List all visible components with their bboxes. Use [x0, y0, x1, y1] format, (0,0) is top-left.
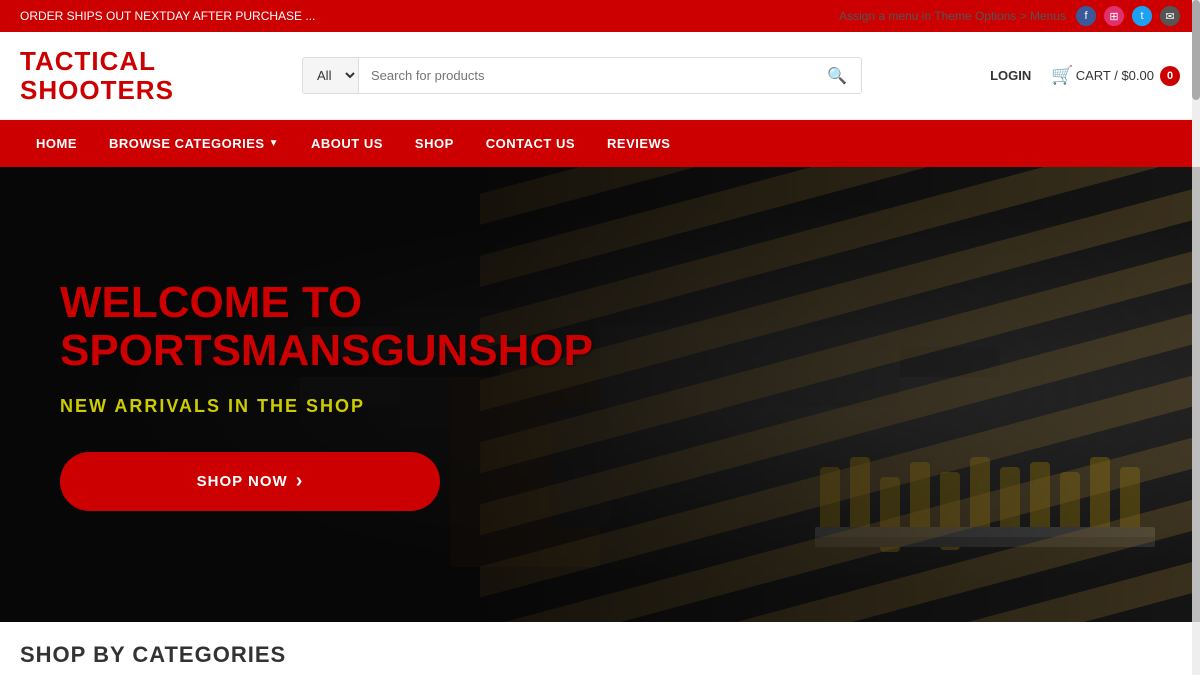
scrollbar-thumb[interactable]	[1192, 0, 1200, 100]
login-link[interactable]: LOGIN	[990, 68, 1031, 83]
nav-browse-categories-label: BROWSE CATEGORIES	[109, 136, 265, 151]
search-input[interactable]	[359, 58, 813, 93]
nav-home[interactable]: HOME	[20, 120, 93, 167]
hero-section: WELCOME TO SPORTSMANSGUNSHOP NEW ARRIVAL…	[0, 167, 1200, 622]
hero-title-line1: WELCOME TO	[60, 278, 362, 327]
hero-subtitle: NEW ARRIVALS IN THE SHOP	[60, 396, 593, 417]
announcement-bar: ORDER SHIPS OUT NEXTDAY AFTER PURCHASE .…	[0, 0, 1200, 32]
categories-title: SHOP BY CATEGORIES	[20, 642, 1180, 668]
theme-menu-text: Assign a menu in Theme Options > Menus	[839, 9, 1066, 23]
logo-line1: TACTICAL	[20, 46, 156, 76]
site-logo[interactable]: TACTICAL SHOOTERS	[20, 47, 174, 104]
shop-now-label: SHOP NOW	[197, 473, 288, 490]
cart-count-badge: 0	[1160, 66, 1180, 86]
cart-label: CART / $0.00	[1076, 68, 1154, 83]
search-wrapper: All 🔍	[302, 57, 862, 94]
social-links: f ⊞ t ✉	[1076, 6, 1180, 26]
hero-title-line2: SPORTSMANSGUNSHOP	[60, 326, 593, 375]
hero-title: WELCOME TO SPORTSMANSGUNSHOP	[60, 279, 593, 376]
instagram-icon[interactable]: ⊞	[1104, 6, 1124, 26]
shop-now-arrow-icon: ›	[296, 470, 304, 493]
main-nav: HOME BROWSE CATEGORIES ▼ ABOUT US SHOP C…	[0, 120, 1200, 167]
logo-line2: SHOOTERS	[20, 75, 174, 105]
nav-contact-us[interactable]: CONTACT US	[470, 120, 591, 167]
shop-now-button[interactable]: SHOP NOW ›	[60, 452, 440, 511]
cart-area: 🛒 CART / $0.00 0	[1051, 65, 1180, 86]
facebook-icon[interactable]: f	[1076, 6, 1096, 26]
announcement-text: ORDER SHIPS OUT NEXTDAY AFTER PURCHASE .…	[20, 9, 315, 23]
header-right: LOGIN 🛒 CART / $0.00 0	[990, 65, 1180, 86]
search-category-select[interactable]: All	[303, 58, 359, 93]
nav-shop[interactable]: SHOP	[399, 120, 470, 167]
cart-icon: 🛒	[1051, 65, 1073, 86]
search-button[interactable]: 🔍	[813, 58, 861, 93]
categories-section: SHOP BY CATEGORIES	[0, 622, 1200, 688]
nav-browse-categories[interactable]: BROWSE CATEGORIES ▼	[93, 120, 295, 167]
cart-button[interactable]: 🛒 CART / $0.00 0	[1051, 65, 1180, 86]
announcement-right: Assign a menu in Theme Options > Menus f…	[839, 6, 1180, 26]
search-area: All 🔍	[302, 57, 862, 94]
hero-content: WELCOME TO SPORTSMANSGUNSHOP NEW ARRIVAL…	[0, 239, 653, 551]
nav-about-us[interactable]: ABOUT US	[295, 120, 399, 167]
twitter-icon[interactable]: t	[1132, 6, 1152, 26]
nav-reviews[interactable]: REVIEWS	[591, 120, 686, 167]
email-icon[interactable]: ✉	[1160, 6, 1180, 26]
site-header: TACTICAL SHOOTERS All 🔍 LOGIN 🛒 CART / $…	[0, 32, 1200, 120]
chevron-down-icon: ▼	[269, 138, 279, 149]
